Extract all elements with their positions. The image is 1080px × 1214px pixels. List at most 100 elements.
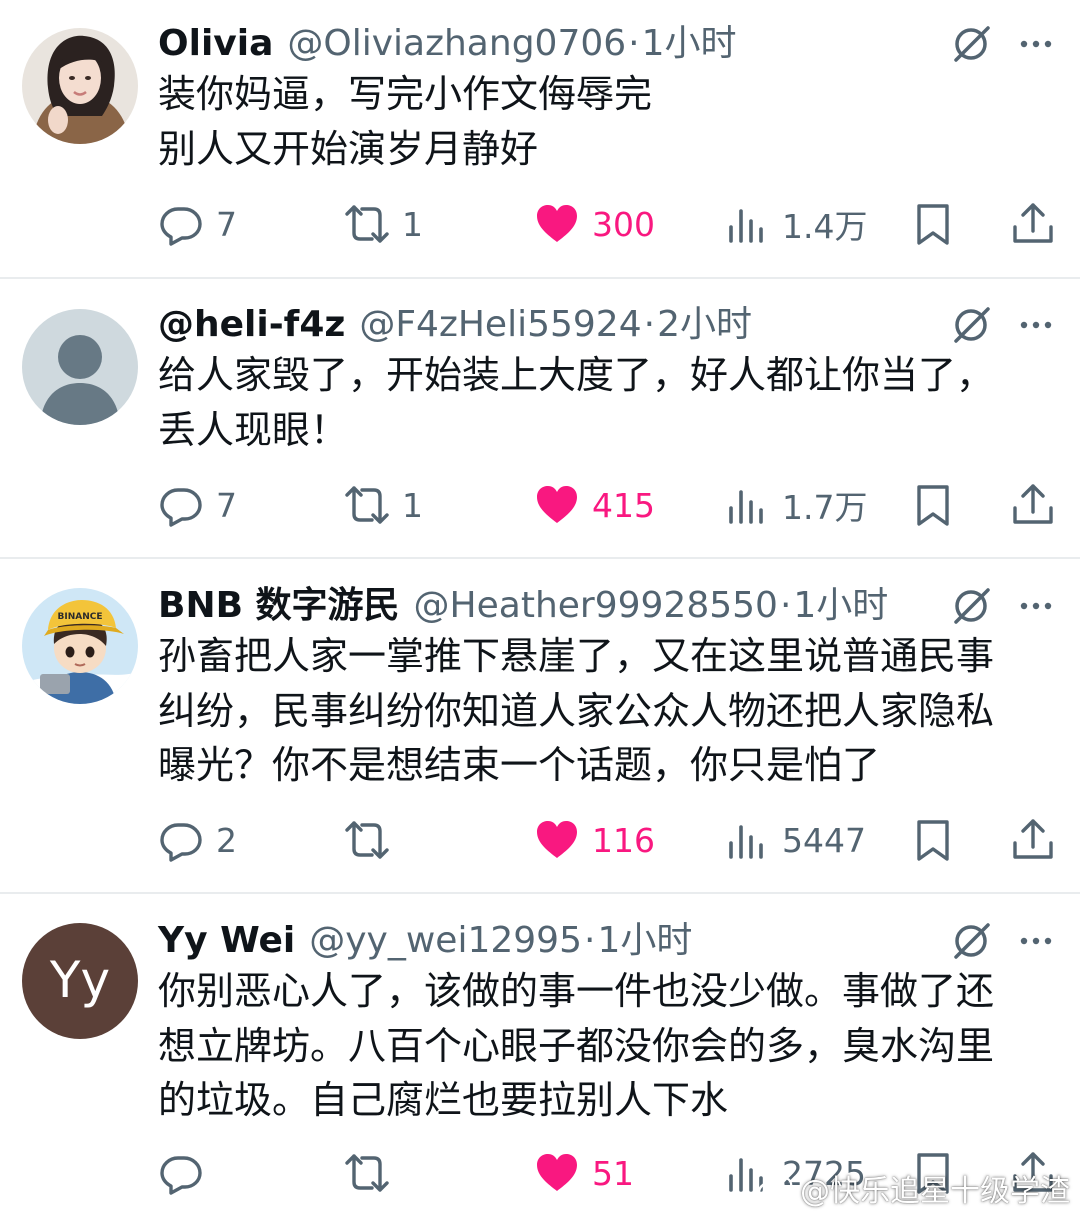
reply-icon — [160, 207, 202, 246]
views-icon — [729, 825, 763, 859]
like-button[interactable]: 300 — [534, 194, 655, 254]
svg-text:Yy: Yy — [49, 951, 110, 1009]
like-button[interactable]: 116 — [534, 810, 655, 870]
separator-dot: · — [628, 23, 640, 64]
display-name[interactable]: Olivia — [158, 16, 273, 72]
initials-avatar[interactable]: Yy — [22, 923, 138, 1039]
cartoon-boy-binance-cap-icon[interactable]: BINANCE — [22, 588, 138, 704]
more-icon[interactable] — [1016, 923, 1056, 959]
separator-dot: · — [779, 585, 792, 626]
tweet-text: 给人家毁了，开始装上大度了，好人都让你当了， 丢人现眼！ — [158, 353, 995, 452]
photo-woman-icon[interactable] — [22, 28, 138, 144]
retweet-count: 1 — [402, 485, 423, 525]
tweet-header: BNB 数字游民 @Heather99928550 · 1小时 — [158, 578, 888, 634]
retweet-button[interactable] — [344, 810, 402, 870]
reply-icon — [160, 1156, 202, 1195]
grok-icon[interactable] — [950, 22, 994, 66]
bookmark-icon — [917, 204, 949, 245]
like-count: 300 — [592, 204, 655, 244]
views-icon — [729, 490, 763, 524]
timestamp[interactable]: 2小时 — [657, 297, 752, 353]
svg-text:BINANCE: BINANCE — [58, 612, 103, 622]
action-bar: 7 1 300 1.4万 — [0, 194, 1080, 254]
reply-button[interactable]: 7 — [158, 194, 237, 254]
like-button[interactable]: 415 — [534, 475, 655, 535]
tweet-header: Olivia @Oliviazhang0706 · 1小时 — [158, 16, 737, 72]
reply-button[interactable] — [158, 1143, 216, 1203]
like-icon — [537, 821, 577, 858]
retweet-button[interactable] — [344, 1143, 402, 1203]
watermark-text: @快乐追星十级学渣 — [800, 1174, 1070, 1209]
tweet-text: 你别恶心人了，该做的事一件也没少做。事做了还 想立牌坊。八百个心眼子都没你会的多… — [158, 969, 995, 1122]
reply-button[interactable]: 2 — [158, 810, 237, 870]
reply-icon — [160, 488, 202, 527]
like-count: 415 — [592, 485, 655, 525]
views-button[interactable]: 1.7万 — [724, 475, 867, 535]
views-button[interactable]: 5447 — [724, 810, 866, 870]
bookmark-icon — [917, 485, 949, 526]
like-icon — [537, 1154, 577, 1191]
share-icon — [1013, 203, 1053, 243]
grok-icon[interactable] — [950, 303, 994, 347]
timestamp[interactable]: 1小时 — [793, 578, 888, 634]
views-button[interactable]: 1.4万 — [724, 194, 867, 254]
retweet-icon — [345, 1154, 389, 1192]
reply-count: 2 — [216, 820, 237, 860]
watermark: @快乐追星十级学渣 — [756, 1168, 1070, 1209]
separator-dot: · — [583, 920, 596, 961]
tweet-text: 装你妈逼，写完小作文侮辱完 别人又开始演岁月静好 — [158, 72, 653, 171]
divider — [0, 277, 1080, 279]
reply-count: 7 — [216, 204, 237, 244]
like-icon — [537, 486, 577, 523]
bookmark-button[interactable] — [910, 475, 956, 535]
bookmark-button[interactable] — [910, 810, 956, 870]
share-button[interactable] — [1010, 194, 1056, 254]
tweet-header: @heli-f4z @F4zHeli55924 · 2小时 — [158, 297, 752, 353]
display-name[interactable]: Yy Wei — [158, 913, 295, 969]
views-icon — [729, 209, 763, 243]
like-icon — [537, 205, 577, 242]
separator-dot: · — [643, 304, 656, 345]
views-count: 5447 — [782, 820, 866, 860]
weibo-icon — [757, 1176, 793, 1204]
retweet-icon — [345, 205, 389, 243]
like-count: 51 — [592, 1153, 634, 1193]
like-count: 116 — [592, 820, 655, 860]
tweet-header: Yy Wei @yy_wei12995 · 1小时 — [158, 913, 692, 969]
display-name[interactable]: @heli-f4z — [158, 297, 345, 353]
more-icon[interactable] — [1016, 588, 1056, 624]
share-icon — [1013, 819, 1053, 859]
share-icon — [1013, 484, 1053, 524]
reply-icon — [160, 823, 202, 862]
display-name[interactable]: BNB 数字游民 — [158, 578, 400, 634]
more-icon[interactable] — [1016, 307, 1056, 343]
retweet-button[interactable]: 1 — [344, 194, 423, 254]
grok-icon[interactable] — [950, 584, 994, 628]
user-handle[interactable]: @F4zHeli55924 — [359, 297, 641, 353]
user-handle[interactable]: @Heather99928550 — [414, 578, 778, 634]
action-bar: 2 116 5447 — [0, 810, 1080, 870]
tweet-text: 孙畜把人家一掌推下悬崖了，又在这里说普通民事 纠纷，民事纠纷你知道人家公众人物还… — [158, 634, 995, 787]
user-handle[interactable]: @yy_wei12995 — [309, 913, 582, 969]
timestamp[interactable]: 1小时 — [642, 16, 737, 72]
more-icon[interactable] — [1016, 26, 1056, 62]
retweet-icon — [345, 821, 389, 859]
user-handle[interactable]: @Oliviazhang0706 — [287, 16, 626, 72]
like-button[interactable]: 51 — [534, 1143, 634, 1203]
retweet-icon — [345, 486, 389, 524]
views-count: 1.7万 — [782, 488, 868, 527]
default-user-icon[interactable] — [22, 309, 138, 425]
share-button[interactable] — [1010, 810, 1056, 870]
reply-button[interactable]: 7 — [158, 475, 237, 535]
divider — [0, 557, 1080, 559]
bookmark-icon — [917, 820, 949, 861]
divider — [0, 892, 1080, 894]
reply-count: 7 — [216, 485, 237, 525]
action-bar: 7 1 415 1.7万 — [0, 475, 1080, 535]
bookmark-button[interactable] — [910, 194, 956, 254]
retweet-button[interactable]: 1 — [344, 475, 423, 535]
views-count: 1.4万 — [782, 207, 868, 246]
grok-icon[interactable] — [950, 919, 994, 963]
timestamp[interactable]: 1小时 — [597, 913, 692, 969]
share-button[interactable] — [1010, 475, 1056, 535]
